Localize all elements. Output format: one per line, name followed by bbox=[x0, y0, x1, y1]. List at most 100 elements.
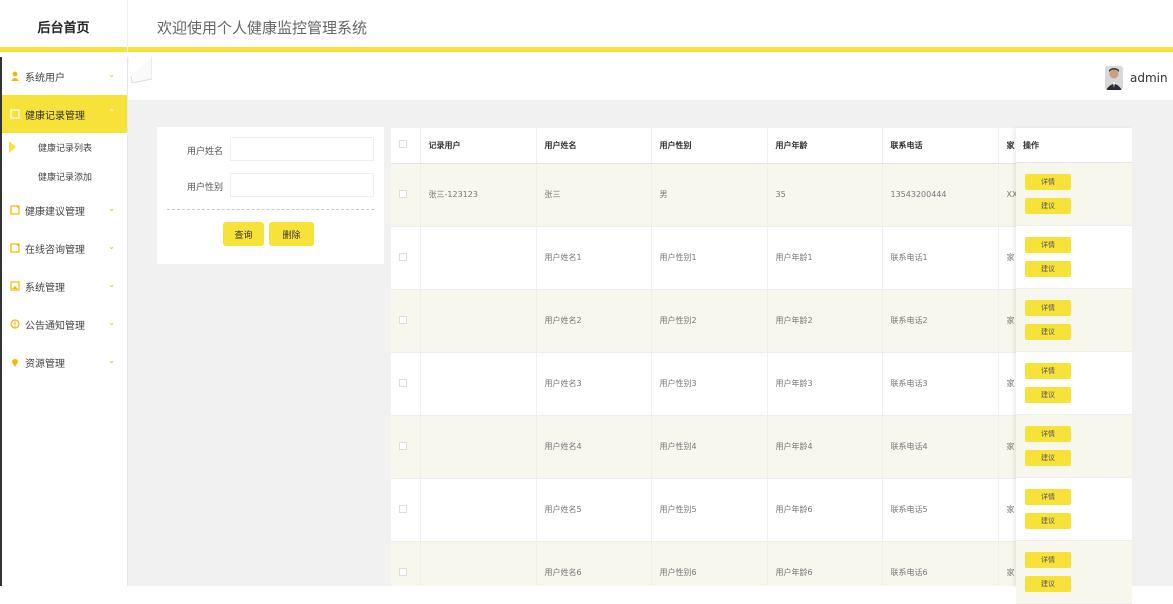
row-select-cell[interactable] bbox=[391, 352, 421, 416]
sidebar-item-health-advice[interactable]: 健康建议管理 ⌄ bbox=[2, 191, 127, 229]
table-cell: 用户年龄1 bbox=[767, 226, 883, 290]
table-cell: 用户性别4 bbox=[651, 415, 768, 479]
sidebar-item-label: 健康记录管理 bbox=[25, 110, 85, 122]
detail-button[interactable]: 详情 bbox=[1025, 552, 1071, 568]
table-cell: 用户性别6 bbox=[651, 541, 768, 586]
sidebar-item-label: 在线咨询管理 bbox=[25, 244, 85, 256]
detail-button[interactable]: 详情 bbox=[1025, 363, 1071, 379]
row-checkbox[interactable] bbox=[399, 189, 407, 198]
row-checkbox[interactable] bbox=[399, 252, 407, 261]
name-input[interactable] bbox=[230, 137, 374, 161]
table-cell: 用户年龄4 bbox=[767, 415, 883, 479]
row-checkbox[interactable] bbox=[399, 567, 407, 576]
advice-button[interactable]: 建议 bbox=[1025, 324, 1071, 340]
top-header: 后台首页 欢迎使用个人健康监控管理系统 bbox=[0, 0, 1173, 52]
user-icon bbox=[10, 71, 20, 81]
chevron-down-icon: ⌄ bbox=[108, 204, 115, 213]
op-cell: 详情 建议 bbox=[1016, 478, 1132, 541]
detail-button[interactable]: 详情 bbox=[1025, 174, 1071, 190]
delete-button[interactable]: 删除 bbox=[269, 222, 314, 246]
op-cell: 详情 建议 bbox=[1016, 289, 1132, 352]
table-cell: 联系电话3 bbox=[882, 352, 999, 416]
row-select-cell[interactable] bbox=[391, 289, 421, 353]
sidebar-item-system-users[interactable]: 系统用户 ⌄ bbox=[2, 57, 127, 95]
column-header: 记录用户 bbox=[420, 128, 537, 164]
column-header: 联系电话 bbox=[882, 128, 999, 164]
name-label: 用户姓名 bbox=[187, 147, 224, 157]
table-cell: 35 bbox=[767, 163, 883, 227]
gender-input[interactable] bbox=[230, 173, 374, 197]
chevron-down-icon: ⌄ bbox=[108, 356, 115, 365]
advice-button[interactable]: 建议 bbox=[1025, 513, 1071, 529]
table-cell: 联系电话2 bbox=[882, 289, 999, 353]
sidebar-item-system-manage[interactable]: 系统管理 ⌄ bbox=[2, 267, 127, 305]
chevron-down-icon: ⌄ bbox=[108, 280, 115, 289]
sidebar-item-health-records[interactable]: 健康记录管理 ⌃ bbox=[2, 95, 127, 133]
table-cell bbox=[420, 541, 537, 586]
sidebar: 系统用户 ⌄ 健康记录管理 ⌃ 健康记录列表 健康记录添加 健康建议管理 ⌄ 在… bbox=[0, 57, 128, 586]
table-cell bbox=[420, 352, 537, 416]
admin-username[interactable]: admin bbox=[1130, 71, 1168, 85]
advice-button[interactable]: 建议 bbox=[1025, 387, 1071, 403]
op-cell: 详情 建议 bbox=[1016, 226, 1132, 289]
sidebar-subitem-label: 健康记录添加 bbox=[38, 173, 93, 183]
row-select-cell[interactable] bbox=[391, 415, 421, 479]
sidebar-item-label: 系统管理 bbox=[25, 282, 65, 294]
avatar[interactable] bbox=[1105, 66, 1123, 90]
op-cell: 详情 建议 bbox=[1016, 415, 1132, 478]
op-cell: 详情 建议 bbox=[1016, 352, 1132, 415]
table-cell bbox=[420, 226, 537, 290]
table-cell: 用户姓名6 bbox=[536, 541, 652, 586]
pin-icon bbox=[10, 357, 20, 367]
row-select-cell[interactable] bbox=[391, 541, 421, 586]
sidebar-item-online-consult[interactable]: 在线咨询管理 ⌄ bbox=[2, 229, 127, 267]
chevron-up-icon: ⌃ bbox=[108, 108, 115, 117]
search-panel: 用户姓名 用户性别 查询 删除 bbox=[157, 127, 384, 264]
note-icon bbox=[10, 205, 20, 215]
table-cell: 用户年龄6 bbox=[767, 541, 883, 586]
table-cell bbox=[420, 289, 537, 353]
sidebar-item-resources[interactable]: 资源管理 ⌄ bbox=[2, 343, 127, 381]
table-cell: 男 bbox=[651, 163, 768, 227]
home-link[interactable]: 后台首页 bbox=[0, 0, 128, 52]
page-fold-icon[interactable] bbox=[127, 56, 153, 84]
table-cell: 联系电话5 bbox=[882, 478, 999, 542]
query-button[interactable]: 查询 bbox=[223, 222, 264, 246]
divider bbox=[167, 209, 374, 210]
detail-button[interactable]: 详情 bbox=[1025, 300, 1071, 316]
table-cell: 用户姓名3 bbox=[536, 352, 652, 416]
table-cell: 用户姓名1 bbox=[536, 226, 652, 290]
chevron-down-icon: ⌄ bbox=[108, 70, 115, 79]
sidebar-item-label: 资源管理 bbox=[25, 358, 65, 370]
advice-button[interactable]: 建议 bbox=[1025, 450, 1071, 466]
select-all-cell[interactable] bbox=[391, 128, 421, 164]
advice-button[interactable]: 建议 bbox=[1025, 261, 1071, 277]
op-column-header: 操作 bbox=[1016, 128, 1132, 163]
row-checkbox[interactable] bbox=[399, 441, 407, 450]
row-checkbox[interactable] bbox=[399, 315, 407, 324]
detail-button[interactable]: 详情 bbox=[1025, 426, 1071, 442]
select-all-checkbox[interactable] bbox=[399, 140, 407, 149]
advice-button[interactable]: 建议 bbox=[1025, 198, 1071, 214]
row-select-cell[interactable] bbox=[391, 226, 421, 290]
advice-button[interactable]: 建议 bbox=[1025, 576, 1071, 592]
gender-label: 用户性别 bbox=[187, 183, 224, 193]
operations-column: 操作 详情 建议 详情 建议 详情 建议 详情 建议 详情 建议 详情 建议 详情 建议 bbox=[1016, 128, 1132, 604]
op-cell: 详情 建议 bbox=[1016, 541, 1132, 604]
table-cell: 联系电话4 bbox=[882, 415, 999, 479]
table-cell: 用户年龄3 bbox=[767, 352, 883, 416]
row-select-cell[interactable] bbox=[391, 478, 421, 542]
sidebar-item-label: 系统用户 bbox=[25, 72, 65, 84]
table-cell: 张三 bbox=[536, 163, 652, 227]
column-header: 用户年龄 bbox=[767, 128, 883, 164]
row-select-cell[interactable] bbox=[391, 163, 421, 227]
detail-button[interactable]: 详情 bbox=[1025, 237, 1071, 253]
column-header: 用户姓名 bbox=[536, 128, 652, 164]
sidebar-subitem-record-list[interactable]: 健康记录列表 bbox=[2, 133, 127, 162]
row-checkbox[interactable] bbox=[399, 378, 407, 387]
row-checkbox[interactable] bbox=[399, 504, 407, 513]
sidebar-subitem-record-add[interactable]: 健康记录添加 bbox=[2, 162, 127, 191]
sidebar-item-label: 公告通知管理 bbox=[25, 320, 85, 332]
detail-button[interactable]: 详情 bbox=[1025, 489, 1071, 505]
sidebar-item-notices[interactable]: 公告通知管理 ⌄ bbox=[2, 305, 127, 343]
